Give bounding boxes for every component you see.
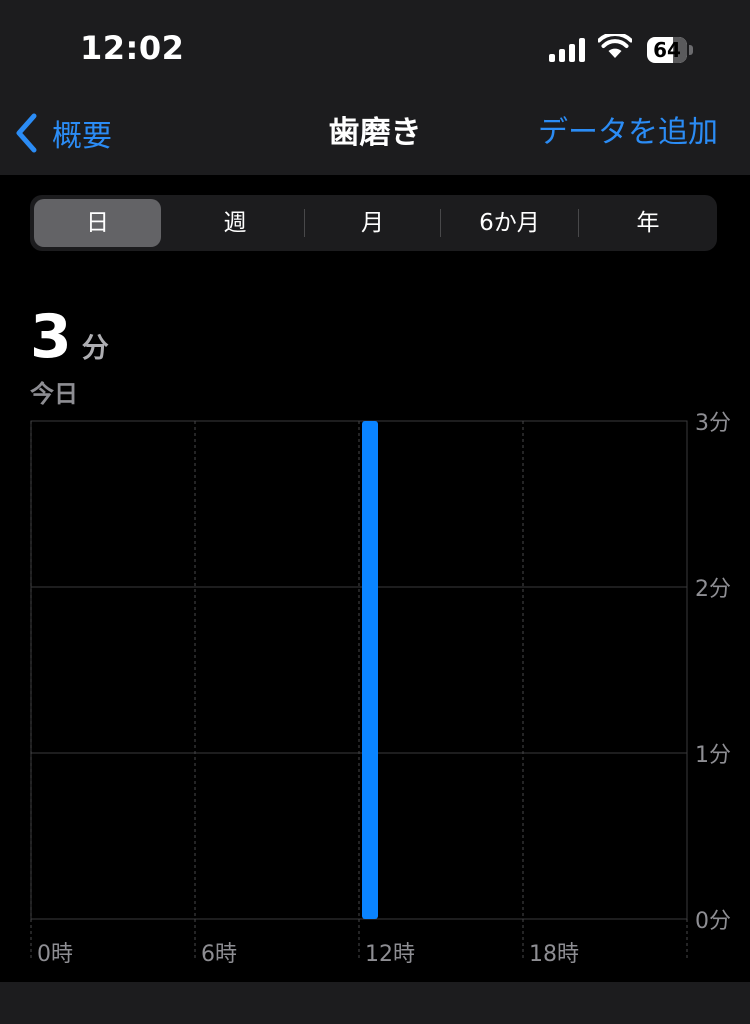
x-tick-label: 6時 — [201, 942, 237, 967]
back-button[interactable]: 概要 — [14, 108, 112, 158]
top-bar: 12:02 64 概要 歯磨き データを追加 — [0, 0, 750, 175]
back-label: 概要 — [52, 119, 112, 154]
chevron-left-icon — [16, 113, 37, 153]
status-time: 12:02 — [80, 29, 185, 67]
segment-six-months[interactable]: 6か月 — [441, 195, 578, 251]
y-tick-label: 3分 — [695, 411, 731, 436]
bottom-panel — [0, 982, 750, 1024]
segment-year[interactable]: 年 — [579, 195, 717, 251]
add-data-button[interactable]: データを追加 — [538, 108, 718, 158]
battery-icon: 64 — [647, 37, 693, 63]
y-tick-label: 1分 — [695, 743, 731, 768]
segment-month[interactable]: 月 — [305, 195, 440, 251]
summary-value: 3 分 — [30, 302, 109, 372]
summary-number: 3 — [30, 302, 72, 372]
summary-period: 今日 — [30, 380, 78, 408]
battery-percent: 64 — [653, 38, 681, 62]
x-tick-label: 12時 — [365, 942, 415, 967]
data-bar — [362, 421, 378, 919]
wifi-icon — [597, 32, 633, 62]
x-tick-label: 0時 — [37, 942, 73, 967]
period-segmented-control: 日 週 月 6か月 年 — [30, 195, 717, 251]
cellular-signal-icon — [549, 38, 587, 62]
segment-week[interactable]: 週 — [167, 195, 303, 251]
y-tick-label: 2分 — [695, 577, 731, 602]
segment-day[interactable]: 日 — [34, 199, 161, 247]
y-tick-label: 0分 — [695, 909, 731, 934]
x-tick-label: 18時 — [529, 942, 579, 967]
summary-unit: 分 — [81, 333, 109, 364]
brushing-chart[interactable]: 0分 1分 2分 3分 0時 6時 12時 18時 — [0, 410, 750, 970]
battery-level: 64 — [647, 37, 687, 63]
